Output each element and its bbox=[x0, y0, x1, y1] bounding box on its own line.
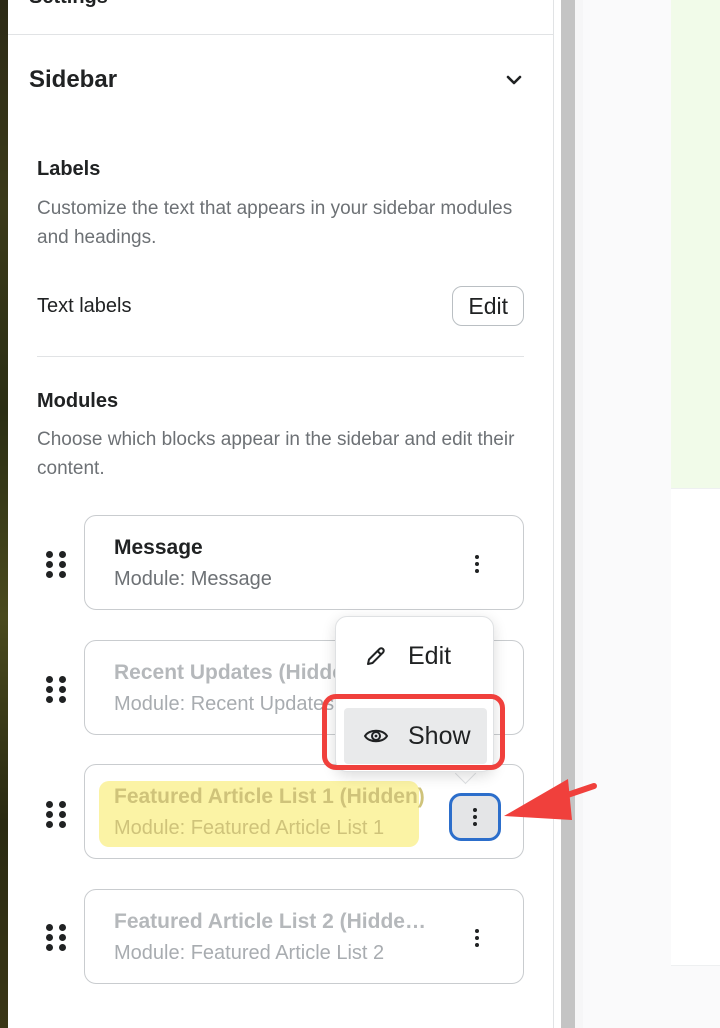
module-title: Featured Article List 2 (Hidde… bbox=[114, 910, 426, 933]
text-labels-row: Text labels Edit bbox=[37, 284, 524, 328]
settings-panel bbox=[8, 0, 554, 1028]
sidebar-section-header[interactable]: Sidebar bbox=[29, 62, 524, 98]
pencil-icon bbox=[362, 642, 390, 670]
text-labels-label: Text labels bbox=[37, 294, 132, 317]
divider bbox=[37, 356, 524, 357]
background-edge bbox=[0, 0, 8, 1028]
edit-text-labels-button[interactable]: Edit bbox=[452, 286, 524, 326]
drag-handle-icon[interactable] bbox=[46, 924, 68, 951]
preview-content-top bbox=[671, 0, 720, 488]
module-title: Recent Updates (Hidden) bbox=[114, 661, 344, 684]
annotation-highlight-box bbox=[322, 694, 505, 770]
scrollbar[interactable] bbox=[561, 0, 575, 1028]
chevron-down-icon[interactable] bbox=[504, 70, 524, 90]
modules-heading: Modules bbox=[37, 390, 119, 412]
menu-item-label: Edit bbox=[408, 641, 452, 670]
module-subtitle: Module: Recent Updates bbox=[114, 693, 335, 715]
module-subtitle: Module: Message bbox=[114, 568, 272, 590]
labels-description: Customize the text that appears in your … bbox=[37, 198, 513, 248]
drag-handle-icon[interactable] bbox=[46, 801, 68, 828]
labels-heading: Labels bbox=[37, 158, 101, 180]
module-subtitle: Module: Featured Article List 2 bbox=[114, 942, 385, 964]
more-actions-icon[interactable] bbox=[449, 793, 501, 841]
preview-gutter bbox=[575, 0, 583, 1028]
module-title: Message bbox=[114, 536, 203, 559]
preview-content-bottom bbox=[671, 488, 720, 966]
module-title: Featured Article List 1 (Hidden) bbox=[114, 785, 425, 808]
modules-description: Choose which blocks appear in the sideba… bbox=[37, 429, 515, 479]
previous-section-heading: Settings bbox=[29, 0, 108, 9]
module-card-featured-article-list-1[interactable]: Featured Article List 1 (Hidden) Module:… bbox=[84, 764, 524, 859]
section-divider bbox=[8, 34, 553, 35]
module-card-message[interactable]: Message Module: Message bbox=[84, 515, 524, 610]
module-subtitle: Module: Featured Article List 1 bbox=[114, 817, 385, 839]
drag-handle-icon[interactable] bbox=[46, 676, 68, 703]
sidebar-section-title: Sidebar bbox=[29, 66, 118, 93]
module-card-featured-article-list-2[interactable]: Featured Article List 2 (Hidde… Module: … bbox=[84, 889, 524, 984]
annotation-arrow-icon bbox=[504, 779, 597, 820]
more-actions-icon[interactable] bbox=[461, 546, 493, 582]
more-actions-icon[interactable] bbox=[461, 920, 493, 956]
drag-handle-icon[interactable] bbox=[46, 551, 68, 578]
menu-item-edit[interactable]: Edit bbox=[344, 628, 487, 684]
